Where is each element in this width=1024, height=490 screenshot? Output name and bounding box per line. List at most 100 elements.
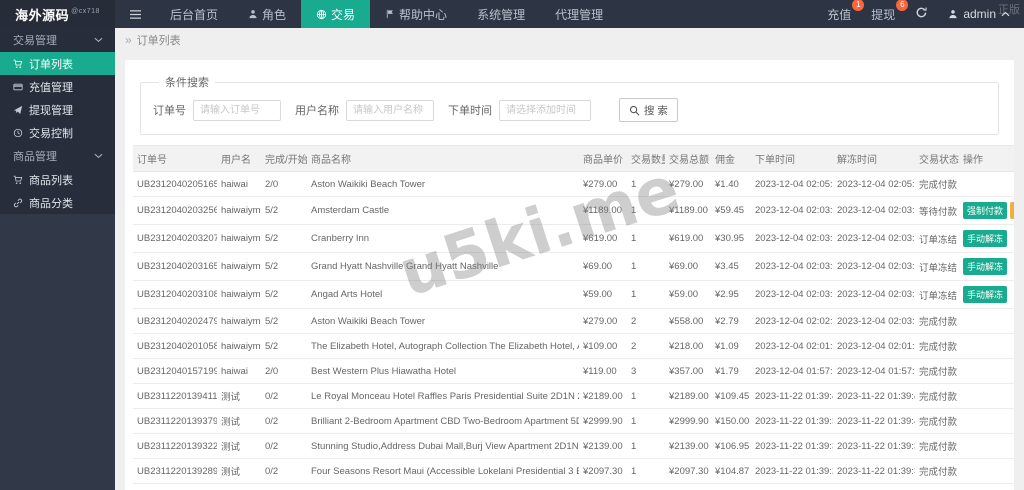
cell-order-no: UB2311220139379307 xyxy=(133,408,217,434)
cell-order-time: 2023-12-04 02:01:05 xyxy=(751,333,833,359)
withdraw-link[interactable]: 提现 6 xyxy=(871,0,909,23)
menu-toggle-button[interactable] xyxy=(115,0,155,28)
order-time-field[interactable] xyxy=(499,99,591,121)
cell-product: Aston Waikiki Beach Tower xyxy=(307,308,579,334)
sidebar-item-product-list[interactable]: 商品列表 xyxy=(0,168,115,191)
globe-icon xyxy=(316,9,327,20)
cell-commission: ¥150.00 xyxy=(711,408,751,434)
nav-help[interactable]: 帮助中心 xyxy=(370,0,462,28)
sidebar-item-order-list[interactable]: 订单列表 xyxy=(0,52,115,75)
nav-agent[interactable]: 代理管理 xyxy=(540,0,618,28)
breadcrumb-current: 订单列表 xyxy=(136,35,181,47)
cell-product: Brilliant 2-Bedroom Apartment CBD Two-Be… xyxy=(307,408,579,434)
sidebar-item-recharge-mgmt[interactable]: 充值管理 xyxy=(0,75,115,98)
cell-qty: 2 xyxy=(627,308,665,334)
cell-progress: 5/2 xyxy=(261,252,307,281)
nav-trade[interactable]: 交易 xyxy=(301,0,371,28)
cell-status: 完成付款 xyxy=(915,458,959,484)
cell-unfreeze-time: 2023-11-22 01:39:37 xyxy=(833,433,915,459)
cell-order-no: UB2312040203207046 xyxy=(133,224,217,253)
column-header: 下单时间 xyxy=(751,145,833,172)
column-header: 商品单价 xyxy=(579,145,627,172)
user-menu[interactable]: admin xyxy=(948,7,1010,21)
cell-commission: ¥1.40 xyxy=(711,171,751,197)
table-row: UB2312040157199331haiwai2/0Best Western … xyxy=(133,358,1014,384)
manual-unfreeze-button[interactable]: 手动解冻 xyxy=(963,230,1008,247)
cell-progress: 0/2 xyxy=(261,383,307,409)
cell-price: ¥2139.00 xyxy=(579,433,627,459)
sidebar-item-withdraw-mgmt[interactable]: 提现管理 xyxy=(0,98,115,121)
nav-system[interactable]: 系统管理 xyxy=(462,0,540,28)
cell-commission: ¥1.09 xyxy=(711,333,751,359)
cell-progress: 0/2 xyxy=(261,458,307,484)
sidebar-item-label: 订单列表 xyxy=(29,58,73,71)
cell-order-no: UB2312040201058786 xyxy=(133,333,217,359)
cell-actions: 手动解冻 xyxy=(959,252,1014,281)
sidebar-item-trade-control[interactable]: 交易控制 xyxy=(0,121,115,144)
cell-unfreeze-time: 2023-11-22 01:39:28 xyxy=(833,483,915,490)
cell-product: Cranberry Inn xyxy=(307,224,579,253)
force-pay-button[interactable]: 强制付款 xyxy=(963,202,1008,219)
table-row: UB2311220139322790测试0/2Stunning Studio,A… xyxy=(133,433,1014,459)
cell-user: haiwaiym xyxy=(217,333,261,359)
topbar-right: 充值 1 提现 6 admin xyxy=(827,0,1024,28)
cell-status: 等待付款 xyxy=(915,196,959,225)
breadcrumb: » 订单列表 xyxy=(115,28,1024,52)
cell-price: ¥69.00 xyxy=(579,252,627,281)
cancel-order-button[interactable]: 取消订单 xyxy=(1010,202,1014,219)
cell-progress: 5/2 xyxy=(261,224,307,253)
withdraw-badge: 6 xyxy=(896,0,909,11)
cell-commission: ¥59.45 xyxy=(711,196,751,225)
cell-progress: 2/0 xyxy=(261,358,307,384)
table-row: UB2312040205165520haiwai2/0Aston Waikiki… xyxy=(133,171,1014,197)
nav-role[interactable]: 角色 xyxy=(233,0,301,28)
withdraw-label: 提现 xyxy=(871,7,896,22)
cell-price: ¥2999.90 xyxy=(579,408,627,434)
cell-price: ¥279.00 xyxy=(579,171,627,197)
cell-qty: 1 xyxy=(627,408,665,434)
chevron-down-icon xyxy=(94,153,103,159)
cell-actions xyxy=(959,433,1014,459)
cell-status: 订单冻结 xyxy=(915,280,959,309)
manual-unfreeze-button[interactable]: 手动解冻 xyxy=(963,258,1008,275)
order-time-field-label: 下单时间 xyxy=(448,105,492,117)
cell-actions xyxy=(959,458,1014,484)
recharge-link[interactable]: 充值 1 xyxy=(827,0,865,23)
sidebar-item-label: 提现管理 xyxy=(29,104,73,117)
cell-order-no: UB2312040202479829 xyxy=(133,308,217,334)
search-button[interactable]: 搜 索 xyxy=(619,98,678,122)
recharge-label: 充值 xyxy=(827,7,852,22)
cell-order-no: UB2312040203256843 xyxy=(133,196,217,225)
cell-commission: ¥154.90 xyxy=(711,483,751,490)
user-name-field-label: 用户名称 xyxy=(295,105,339,117)
cell-user: 测试 xyxy=(217,433,261,459)
order-no-field-label: 订单号 xyxy=(153,105,186,117)
table-header-row: 订单号用户名完成/开始商品名称商品单价交易数量交易总额佣金下单时间解冻时间交易状… xyxy=(133,145,1014,172)
nav-home[interactable]: 后台首页 xyxy=(155,0,233,28)
order-list-card: 条件搜索 订单号用户名称下单时间 搜 索 订单号用户名完成/开始商品名称商品单价… xyxy=(125,60,1014,490)
group-trade-mgmt[interactable]: 交易管理 xyxy=(0,28,115,52)
cell-product: Grand Hyatt Nashville Grand Hyatt Nashvi… xyxy=(307,252,579,281)
cell-qty: 1 xyxy=(627,383,665,409)
manual-unfreeze-button[interactable]: 手动解冻 xyxy=(963,286,1008,303)
column-header: 交易数量 xyxy=(627,145,665,172)
cell-product: Stunning Studio,Address Dubai Mall,Burj … xyxy=(307,433,579,459)
order-no-field[interactable] xyxy=(193,99,281,121)
cell-product: Aston Waikiki Beach Tower xyxy=(307,171,579,197)
table-row: UB2311220139289469测试0/2Four Seasons Reso… xyxy=(133,458,1014,484)
cell-product: Amsterdam Castle xyxy=(307,196,579,225)
cell-unfreeze-time: 2023-12-04 02:03:05 xyxy=(833,308,915,334)
cell-unfreeze-time: 2023-11-22 01:39:45 xyxy=(833,383,915,409)
cell-product: Angad Arts Hotel xyxy=(307,280,579,309)
sidebar-item-label: 商品列表 xyxy=(29,174,73,187)
refresh-button[interactable] xyxy=(915,6,928,22)
topbar: 海外源码 @cx718 后台首页 角色 交易 帮助中心 系统管理 代理管理 充值 1 提现 6 … xyxy=(0,0,1024,28)
search-panel-title: 条件搜索 xyxy=(165,77,209,89)
cell-order-no: UB2311220139289469 xyxy=(133,458,217,484)
user-name-field[interactable] xyxy=(346,99,434,121)
group-product-mgmt[interactable]: 商品管理 xyxy=(0,144,115,168)
cell-price: ¥119.00 xyxy=(579,358,627,384)
cell-actions xyxy=(959,171,1014,197)
sidebar-item-product-category[interactable]: 商品分类 xyxy=(0,191,115,214)
cell-user: 测试 xyxy=(217,483,261,490)
